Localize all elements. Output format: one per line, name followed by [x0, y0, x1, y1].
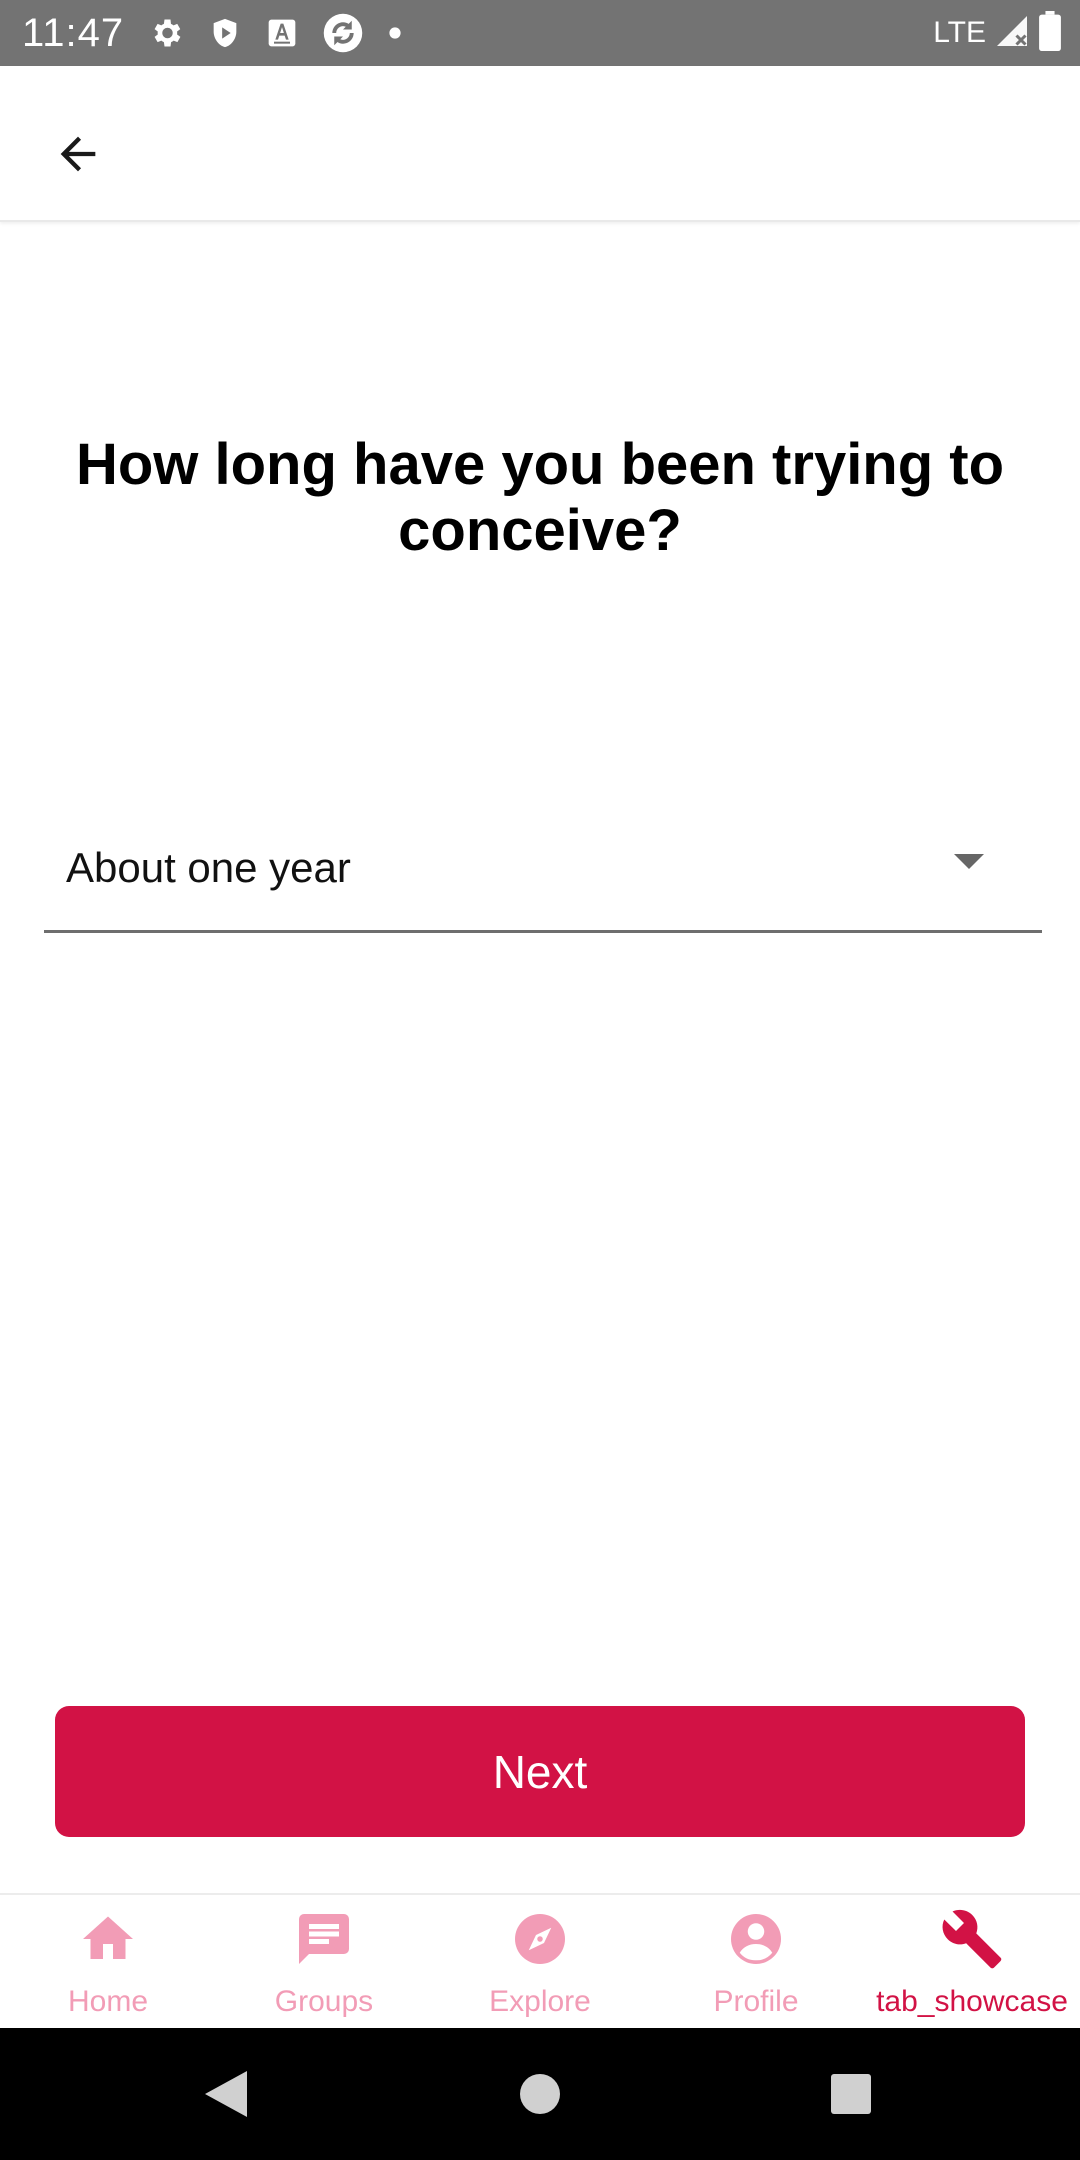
tab-label: Home — [67, 1985, 149, 2018]
dropdown-selected-value: About one year — [66, 844, 351, 891]
system-back-button[interactable] — [190, 2058, 262, 2130]
font-a-icon — [266, 16, 298, 50]
next-button[interactable]: Next — [55, 1706, 1025, 1837]
status-time: 11:47 — [22, 11, 125, 55]
status-system-icons: LTE — [933, 8, 1062, 58]
network-type: LTE — [933, 16, 986, 49]
tab-home[interactable]: Home — [0, 1895, 216, 2030]
chat-bubble-icon — [299, 1914, 349, 1964]
bottom-navigation: Home Groups Explore Profile tab_showcase — [0, 1893, 1080, 2030]
shield-play-icon — [208, 15, 242, 51]
gear-icon — [148, 15, 184, 51]
tab-groups[interactable]: Groups — [216, 1895, 432, 2030]
back-button[interactable] — [38, 114, 118, 194]
signal-icon — [994, 13, 1030, 54]
tab-profile[interactable]: Profile — [648, 1895, 864, 2030]
circle-home-icon — [520, 2074, 560, 2114]
wrench-icon — [942, 1909, 1002, 1969]
triangle-down-icon — [954, 854, 984, 869]
dot-icon — [388, 26, 402, 40]
square-recents-icon — [831, 2074, 871, 2114]
tab-explore[interactable]: Explore — [432, 1895, 648, 2030]
system-home-button[interactable] — [504, 2058, 576, 2130]
tab-showcase[interactable]: tab_showcase — [864, 1895, 1080, 2030]
battery-icon — [1038, 10, 1062, 56]
app-bar — [0, 66, 1080, 222]
sync-icon — [322, 12, 364, 54]
tab-label: Groups — [274, 1985, 374, 2018]
status-notification-icons — [148, 10, 402, 56]
tab-label: Profile — [713, 1985, 799, 2018]
triangle-back-icon — [205, 2071, 247, 2117]
system-navigation-bar — [0, 2028, 1080, 2160]
home-icon — [83, 1916, 133, 1959]
tab-label: tab_showcase — [876, 1985, 1068, 2018]
duration-dropdown[interactable]: About one year — [44, 810, 1042, 933]
tab-label: Explore — [489, 1985, 591, 2018]
account-circle-icon — [731, 1914, 781, 1964]
system-recents-button[interactable] — [815, 2058, 887, 2130]
arrow-left-icon — [60, 136, 96, 172]
compass-icon — [515, 1914, 565, 1964]
question-title: How long have you been trying to conceiv… — [75, 432, 1005, 563]
status-bar: 11:47 LTE — [0, 0, 1080, 66]
